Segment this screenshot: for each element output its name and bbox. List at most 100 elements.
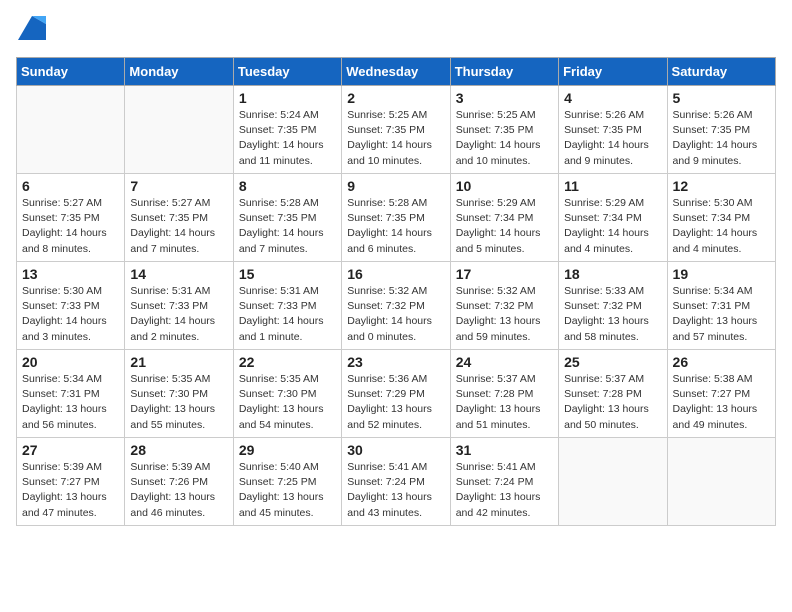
- calendar-cell: 26 Sunrise: 5:38 AM Sunset: 7:27 PM Dayli…: [667, 350, 775, 438]
- day-number: 24: [456, 354, 553, 370]
- day-info: Sunrise: 5:41 AM Sunset: 7:24 PM Dayligh…: [347, 460, 444, 521]
- day-info: Sunrise: 5:37 AM Sunset: 7:28 PM Dayligh…: [456, 372, 553, 433]
- day-number: 11: [564, 178, 661, 194]
- calendar-cell: [559, 438, 667, 526]
- column-header-tuesday: Tuesday: [233, 58, 341, 86]
- day-number: 27: [22, 442, 119, 458]
- column-header-sunday: Sunday: [17, 58, 125, 86]
- calendar-cell: 29Sunrise: 5:40 AM Sunset: 7:25 PM Dayli…: [233, 438, 341, 526]
- day-info: Sunrise: 5:25 AM Sunset: 7:35 PM Dayligh…: [347, 108, 444, 169]
- calendar-cell: 23 Sunrise: 5:36 AM Sunset: 7:29 PM Dayli…: [342, 350, 450, 438]
- calendar-cell: 5Sunrise: 5:26 AM Sunset: 7:35 PM Daylig…: [667, 86, 775, 174]
- day-number: 3: [456, 90, 553, 106]
- calendar-cell: 14Sunrise: 5:31 AM Sunset: 7:33 PM Dayli…: [125, 262, 233, 350]
- calendar-cell: 12 Sunrise: 5:30 AM Sunset: 7:34 PM Dayli…: [667, 174, 775, 262]
- calendar-cell: 2 Sunrise: 5:25 AM Sunset: 7:35 PM Daylig…: [342, 86, 450, 174]
- week-row-4: 20 Sunrise: 5:34 AM Sunset: 7:31 PM Dayli…: [17, 350, 776, 438]
- day-number: 7: [130, 178, 227, 194]
- day-info: Sunrise: 5:35 AM Sunset: 7:30 PM Dayligh…: [239, 372, 336, 433]
- day-info: Sunrise: 5:32 AM Sunset: 7:32 PM Dayligh…: [347, 284, 444, 345]
- day-info: Sunrise: 5:30 AM Sunset: 7:34 PM Dayligh…: [673, 196, 770, 257]
- day-number: 13: [22, 266, 119, 282]
- day-info: Sunrise: 5:32 AM Sunset: 7:32 PM Dayligh…: [456, 284, 553, 345]
- calendar-cell: 19 Sunrise: 5:34 AM Sunset: 7:31 PM Dayli…: [667, 262, 775, 350]
- day-info: Sunrise: 5:34 AM Sunset: 7:31 PM Dayligh…: [673, 284, 770, 345]
- column-header-saturday: Saturday: [667, 58, 775, 86]
- calendar-cell: [17, 86, 125, 174]
- day-info: Sunrise: 5:27 AM Sunset: 7:35 PM Dayligh…: [130, 196, 227, 257]
- day-info: Sunrise: 5:25 AM Sunset: 7:35 PM Dayligh…: [456, 108, 553, 169]
- day-number: 29: [239, 442, 336, 458]
- day-info: Sunrise: 5:38 AM Sunset: 7:27 PM Dayligh…: [673, 372, 770, 433]
- logo: [16, 16, 46, 45]
- calendar-cell: 4Sunrise: 5:26 AM Sunset: 7:35 PM Daylig…: [559, 86, 667, 174]
- day-info: Sunrise: 5:39 AM Sunset: 7:26 PM Dayligh…: [130, 460, 227, 521]
- calendar-cell: 22 Sunrise: 5:35 AM Sunset: 7:30 PM Dayli…: [233, 350, 341, 438]
- day-info: Sunrise: 5:41 AM Sunset: 7:24 PM Dayligh…: [456, 460, 553, 521]
- calendar-cell: 17 Sunrise: 5:32 AM Sunset: 7:32 PM Dayli…: [450, 262, 558, 350]
- day-number: 2: [347, 90, 444, 106]
- day-number: 28: [130, 442, 227, 458]
- calendar-cell: 27 Sunrise: 5:39 AM Sunset: 7:27 PM Dayli…: [17, 438, 125, 526]
- day-number: 22: [239, 354, 336, 370]
- calendar-table: SundayMondayTuesdayWednesdayThursdayFrid…: [16, 57, 776, 526]
- calendar-cell: 25Sunrise: 5:37 AM Sunset: 7:28 PM Dayli…: [559, 350, 667, 438]
- week-row-2: 6Sunrise: 5:27 AM Sunset: 7:35 PM Daylig…: [17, 174, 776, 262]
- calendar-cell: 24 Sunrise: 5:37 AM Sunset: 7:28 PM Dayli…: [450, 350, 558, 438]
- calendar-cell: 15 Sunrise: 5:31 AM Sunset: 7:33 PM Dayli…: [233, 262, 341, 350]
- calendar-cell: 6Sunrise: 5:27 AM Sunset: 7:35 PM Daylig…: [17, 174, 125, 262]
- day-number: 9: [347, 178, 444, 194]
- day-number: 15: [239, 266, 336, 282]
- day-number: 5: [673, 90, 770, 106]
- day-info: Sunrise: 5:27 AM Sunset: 7:35 PM Dayligh…: [22, 196, 119, 257]
- day-info: Sunrise: 5:36 AM Sunset: 7:29 PM Dayligh…: [347, 372, 444, 433]
- day-info: Sunrise: 5:33 AM Sunset: 7:32 PM Dayligh…: [564, 284, 661, 345]
- day-info: Sunrise: 5:28 AM Sunset: 7:35 PM Dayligh…: [239, 196, 336, 257]
- day-info: Sunrise: 5:35 AM Sunset: 7:30 PM Dayligh…: [130, 372, 227, 433]
- column-header-friday: Friday: [559, 58, 667, 86]
- week-row-5: 27 Sunrise: 5:39 AM Sunset: 7:27 PM Dayli…: [17, 438, 776, 526]
- column-header-wednesday: Wednesday: [342, 58, 450, 86]
- day-number: 30: [347, 442, 444, 458]
- day-number: 12: [673, 178, 770, 194]
- page-header: [16, 16, 776, 45]
- calendar-cell: 11 Sunrise: 5:29 AM Sunset: 7:34 PM Dayli…: [559, 174, 667, 262]
- day-number: 17: [456, 266, 553, 282]
- day-number: 10: [456, 178, 553, 194]
- calendar-cell: 21 Sunrise: 5:35 AM Sunset: 7:30 PM Dayli…: [125, 350, 233, 438]
- calendar-cell: 3 Sunrise: 5:25 AM Sunset: 7:35 PM Daylig…: [450, 86, 558, 174]
- calendar-cell: 16 Sunrise: 5:32 AM Sunset: 7:32 PM Dayli…: [342, 262, 450, 350]
- calendar-cell: [125, 86, 233, 174]
- day-number: 20: [22, 354, 119, 370]
- logo-icon: [18, 16, 46, 40]
- day-number: 19: [673, 266, 770, 282]
- day-number: 23: [347, 354, 444, 370]
- day-info: Sunrise: 5:39 AM Sunset: 7:27 PM Dayligh…: [22, 460, 119, 521]
- calendar-cell: 30 Sunrise: 5:41 AM Sunset: 7:24 PM Dayli…: [342, 438, 450, 526]
- day-info: Sunrise: 5:24 AM Sunset: 7:35 PM Dayligh…: [239, 108, 336, 169]
- day-info: Sunrise: 5:29 AM Sunset: 7:34 PM Dayligh…: [456, 196, 553, 257]
- day-info: Sunrise: 5:29 AM Sunset: 7:34 PM Dayligh…: [564, 196, 661, 257]
- day-number: 21: [130, 354, 227, 370]
- day-info: Sunrise: 5:37 AM Sunset: 7:28 PM Dayligh…: [564, 372, 661, 433]
- day-number: 4: [564, 90, 661, 106]
- day-number: 8: [239, 178, 336, 194]
- day-number: 26: [673, 354, 770, 370]
- calendar-cell: 18 Sunrise: 5:33 AM Sunset: 7:32 PM Dayli…: [559, 262, 667, 350]
- day-info: Sunrise: 5:34 AM Sunset: 7:31 PM Dayligh…: [22, 372, 119, 433]
- calendar-cell: 13Sunrise: 5:30 AM Sunset: 7:33 PM Dayli…: [17, 262, 125, 350]
- calendar-cell: 10 Sunrise: 5:29 AM Sunset: 7:34 PM Dayli…: [450, 174, 558, 262]
- week-row-3: 13Sunrise: 5:30 AM Sunset: 7:33 PM Dayli…: [17, 262, 776, 350]
- day-info: Sunrise: 5:28 AM Sunset: 7:35 PM Dayligh…: [347, 196, 444, 257]
- calendar-cell: [667, 438, 775, 526]
- calendar-cell: 7 Sunrise: 5:27 AM Sunset: 7:35 PM Daylig…: [125, 174, 233, 262]
- day-number: 14: [130, 266, 227, 282]
- day-info: Sunrise: 5:31 AM Sunset: 7:33 PM Dayligh…: [239, 284, 336, 345]
- column-header-monday: Monday: [125, 58, 233, 86]
- day-number: 31: [456, 442, 553, 458]
- calendar-cell: 8 Sunrise: 5:28 AM Sunset: 7:35 PM Daylig…: [233, 174, 341, 262]
- calendar-cell: 9 Sunrise: 5:28 AM Sunset: 7:35 PM Daylig…: [342, 174, 450, 262]
- day-number: 18: [564, 266, 661, 282]
- day-number: 16: [347, 266, 444, 282]
- week-row-1: 1Sunrise: 5:24 AM Sunset: 7:35 PM Daylig…: [17, 86, 776, 174]
